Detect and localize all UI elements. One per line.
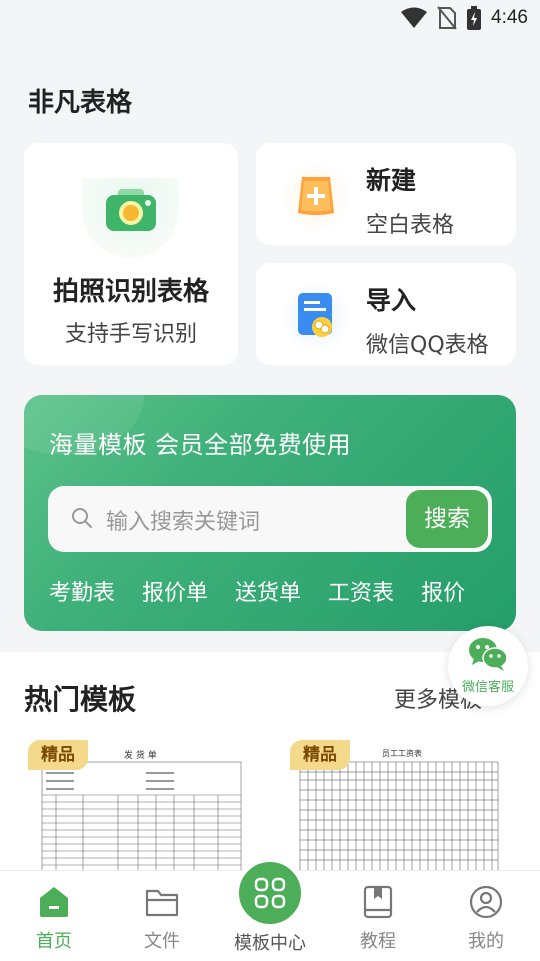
import-doc-icon	[298, 293, 332, 337]
new-card-title: 新建	[366, 166, 417, 195]
tag-delivery[interactable]: 送货单	[235, 575, 301, 607]
add-doc-icon	[298, 177, 334, 215]
premium-badge: 精品	[290, 740, 350, 770]
hot-templates-title: 热门模板	[24, 683, 137, 716]
tag-quote[interactable]: 报价	[421, 575, 465, 607]
search-bar[interactable]: 输入搜索关键词 搜索	[48, 486, 492, 552]
search-input[interactable]: 输入搜索关键词	[106, 504, 260, 536]
template-center-button[interactable]	[235, 858, 305, 928]
search-icon	[72, 508, 92, 528]
nav-profile[interactable]: 我的	[432, 871, 540, 961]
premium-badge: 精品	[28, 740, 88, 770]
wechat-icon	[469, 638, 508, 671]
banner-title: 海量模板 会员全部免费使用	[49, 431, 352, 459]
template-banner: 海量模板 会员全部免费使用 输入搜索关键词 搜索 考勤表 报价单 送货单 工资表…	[24, 395, 516, 631]
photo-recognize-card[interactable]: 拍照识别表格 支持手写识别	[24, 143, 238, 365]
nav-tutorial-label: 教程	[360, 931, 396, 952]
status-time: 4:46	[491, 7, 528, 28]
no-sim-icon	[437, 6, 457, 30]
nav-template-center-label: 模板中心	[234, 933, 306, 954]
import-card-title: 导入	[366, 286, 417, 315]
photo-card-title: 拍照识别表格	[52, 277, 209, 307]
template-thumb-salary[interactable]: 员工工资表 精品	[290, 740, 504, 875]
nav-files-label: 文件	[144, 931, 180, 952]
search-button[interactable]: 搜索	[406, 490, 488, 548]
import-card-subtitle: 微信QQ表格	[366, 333, 489, 358]
wechat-service-button[interactable]: 微信客服	[448, 626, 528, 706]
camera-icon	[106, 189, 156, 231]
bottom-nav: 首页 文件 模板中心 教程 我的	[0, 858, 540, 961]
book-icon	[363, 885, 393, 919]
tag-quotation[interactable]: 报价单	[142, 575, 208, 607]
new-table-card[interactable]: 新建 空白表格	[256, 143, 516, 245]
grid-icon	[254, 877, 286, 909]
template-thumb-delivery[interactable]: 发 货 单 精品	[28, 740, 242, 875]
new-card-subtitle: 空白表格	[366, 213, 455, 238]
status-bar: 4:46	[0, 0, 540, 36]
nav-home-label: 首页	[36, 931, 72, 952]
nav-profile-label: 我的	[468, 931, 504, 952]
nav-files[interactable]: 文件	[108, 871, 216, 961]
photo-card-subtitle: 支持手写识别	[64, 322, 197, 347]
tag-attendance[interactable]: 考勤表	[49, 575, 115, 607]
wifi-icon	[401, 7, 428, 28]
user-icon	[469, 885, 503, 919]
wechat-service-label: 微信客服	[461, 680, 514, 695]
quick-tags: 考勤表 报价单 送货单 工资表 报价	[49, 575, 492, 607]
tag-salary[interactable]: 工资表	[328, 575, 394, 607]
status-icons: 4:46	[401, 6, 528, 30]
thumb1-title: 发 货 单	[124, 751, 157, 761]
app-title: 非凡表格	[28, 88, 133, 118]
nav-template-center[interactable]: 模板中心	[216, 858, 324, 961]
folder-icon	[145, 889, 179, 917]
home-icon	[40, 887, 68, 917]
nav-tutorial[interactable]: 教程	[324, 871, 432, 961]
battery-icon	[467, 6, 482, 30]
thumb2-title: 员工工资表	[382, 749, 422, 758]
import-table-card[interactable]: 导入 微信QQ表格	[256, 263, 516, 365]
nav-home[interactable]: 首页	[0, 871, 108, 961]
